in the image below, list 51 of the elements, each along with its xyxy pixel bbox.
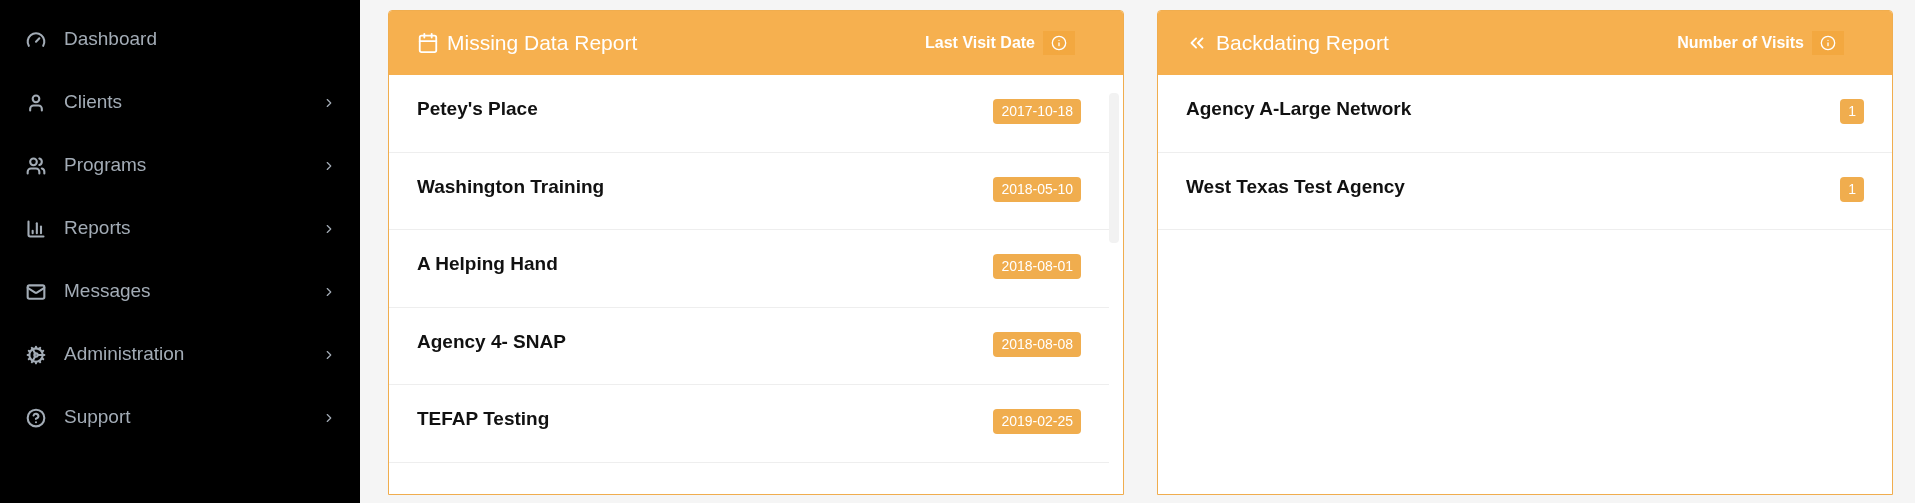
info-button[interactable] bbox=[1043, 31, 1075, 55]
value-badge: 2017-10-18 bbox=[993, 99, 1081, 124]
value-badge: 2018-05-10 bbox=[993, 176, 1081, 202]
user-icon bbox=[26, 92, 46, 113]
value-badge: 2018-08-08 bbox=[993, 331, 1081, 357]
panel-title: Backdating Report bbox=[1216, 30, 1389, 57]
report-row[interactable]: Agency 4- SNAP 2018-08-08 bbox=[389, 307, 1109, 385]
panel-title: Missing Data Report bbox=[447, 30, 638, 57]
report-row[interactable]: Agency A-Large Network 1 bbox=[1158, 75, 1892, 153]
menu-label: Reports bbox=[64, 216, 132, 241]
menu-label: Administration bbox=[64, 342, 186, 367]
info-icon bbox=[1051, 35, 1067, 51]
agency-name: TEFAP Testing bbox=[417, 407, 550, 431]
value-badge: 2018-08-01 bbox=[993, 254, 1081, 279]
column-label: Number of Visits bbox=[1677, 33, 1804, 53]
gear-icon bbox=[26, 344, 46, 365]
menu-label: Support bbox=[64, 405, 132, 430]
agency-name: Washington Training bbox=[417, 174, 605, 199]
sidebar-item[interactable]: Reports bbox=[0, 197, 360, 260]
sidebar-item[interactable]: Programs bbox=[0, 134, 360, 197]
column-label: Last Visit Date bbox=[925, 33, 1035, 53]
menu-label: Clients bbox=[64, 90, 124, 115]
report-row[interactable]: TEFAP Testing 2019-02-25 bbox=[389, 385, 1109, 463]
gauge-icon bbox=[26, 29, 46, 50]
agency-name: Agency A-Large Network bbox=[1186, 97, 1412, 121]
sidebar-item[interactable]: Dashboard bbox=[0, 8, 360, 71]
help-icon bbox=[26, 407, 46, 428]
report-row[interactable]: West Texas Test Agency 1 bbox=[1158, 152, 1892, 230]
agency-name: A Helping Hand bbox=[417, 252, 558, 276]
users-icon bbox=[26, 155, 46, 176]
sidebar-item[interactable]: Administration bbox=[0, 323, 360, 386]
calendar-icon bbox=[417, 32, 439, 54]
agency-name: West Texas Test Agency bbox=[1186, 174, 1405, 199]
menu-label: Messages bbox=[64, 279, 152, 304]
bar-chart-icon bbox=[26, 218, 46, 239]
report-row[interactable]: Washington Training 2018-05-10 bbox=[389, 152, 1109, 230]
report-row[interactable]: A Helping Hand 2018-08-01 bbox=[389, 230, 1109, 308]
info-icon bbox=[1820, 35, 1836, 51]
menu-label: Dashboard bbox=[64, 27, 158, 52]
report-row[interactable]: Petey's Place 2017-10-18 bbox=[389, 75, 1109, 153]
sidebar-item[interactable]: Messages bbox=[0, 260, 360, 323]
envelope-icon bbox=[26, 281, 46, 302]
sidebar-item[interactable]: Support bbox=[0, 386, 360, 449]
menu-label: Programs bbox=[64, 153, 148, 178]
agency-name: Petey's Place bbox=[417, 97, 538, 121]
value-badge: 2019-02-25 bbox=[993, 409, 1081, 434]
value-badge: 1 bbox=[1840, 176, 1864, 202]
info-button[interactable] bbox=[1812, 31, 1844, 55]
value-badge: 1 bbox=[1840, 99, 1864, 124]
sidebar-item[interactable]: Clients bbox=[0, 71, 360, 134]
agency-name: Agency 4- SNAP bbox=[417, 329, 566, 354]
